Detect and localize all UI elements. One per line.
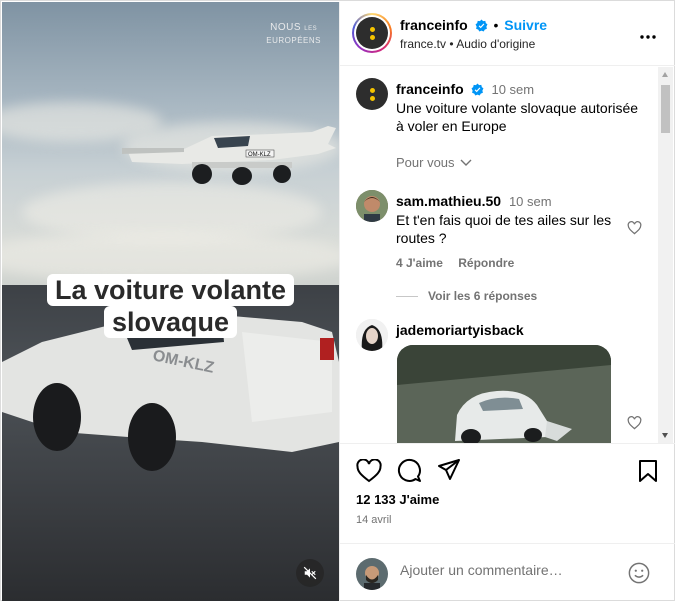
caption-text: Une voiture volante slovaque autorisée à… bbox=[396, 100, 639, 134]
post-dialog: OM-KLZ NOUS LES EUROPÉENS OM-KLZ La voit… bbox=[0, 0, 675, 601]
comment-time[interactable]: 10 sem bbox=[509, 194, 552, 209]
comment-like-heart-icon[interactable] bbox=[627, 416, 642, 430]
comment-username[interactable]: jademoriartyisback bbox=[396, 322, 524, 338]
view-replies-button[interactable]: Voir les 6 réponses bbox=[396, 289, 537, 303]
author-avatar[interactable] bbox=[352, 13, 392, 53]
commenter-avatar[interactable] bbox=[356, 319, 388, 351]
scroll-down-arrow-icon[interactable] bbox=[662, 433, 668, 438]
video-caption-line1-wrap: La voiture volante bbox=[2, 274, 339, 306]
comment-meta: 4 J'aime Répondre bbox=[396, 256, 526, 270]
scroll-up-arrow-icon[interactable] bbox=[662, 72, 668, 77]
follow-button[interactable]: Suivre bbox=[504, 17, 547, 33]
comments-list[interactable]: franceinfo 10 sem Une voiture volante sl… bbox=[340, 67, 675, 443]
video-caption-line1: La voiture volante bbox=[46, 274, 295, 306]
scrollbar-thumb[interactable] bbox=[661, 85, 670, 133]
header-separator: • bbox=[493, 17, 499, 33]
flying-car-image: OM-KLZ bbox=[122, 126, 336, 185]
comments-scrollbar[interactable] bbox=[658, 67, 673, 443]
caption-username[interactable]: franceinfo bbox=[396, 81, 464, 97]
mute-button[interactable] bbox=[296, 559, 324, 587]
caption-block: franceinfo 10 sem Une voiture volante sl… bbox=[396, 81, 646, 135]
more-options-icon bbox=[640, 35, 656, 39]
comment-username[interactable]: sam.mathieu.50 bbox=[396, 193, 501, 209]
chevron-down-icon bbox=[460, 159, 472, 166]
post-header: franceinfo • Suivre france.tv • Audio d'… bbox=[340, 2, 675, 66]
commenter-avatar[interactable] bbox=[356, 190, 388, 222]
comment-like-heart-icon[interactable] bbox=[627, 221, 642, 235]
post-actions: 12 133 J'aime 14 avril bbox=[340, 443, 675, 543]
audio-source[interactable]: france.tv bbox=[400, 37, 446, 51]
author-username[interactable]: franceinfo bbox=[400, 17, 468, 33]
video-caption-line2-wrap: slovaque bbox=[2, 306, 339, 338]
comment-block: jademoriartyisback bbox=[396, 322, 626, 338]
reply-button[interactable]: Répondre bbox=[458, 256, 514, 270]
share-paper-plane-icon[interactable] bbox=[437, 459, 461, 481]
add-comment-bar bbox=[340, 543, 675, 601]
comment-bubble-icon[interactable] bbox=[397, 458, 422, 483]
save-bookmark-icon[interactable] bbox=[638, 460, 658, 482]
comment-text: Et t'en fais quoi de tes ailes sur les r… bbox=[396, 212, 612, 246]
comment-block: sam.mathieu.50 10 sem Et t'en fais quoi … bbox=[396, 193, 626, 247]
verified-badge-icon bbox=[471, 83, 484, 96]
verified-badge-icon bbox=[475, 19, 488, 32]
flying-car-plate: OM-KLZ bbox=[248, 152, 271, 158]
comment-gif[interactable] bbox=[397, 345, 611, 443]
like-heart-icon[interactable] bbox=[356, 459, 382, 483]
caption-author-avatar[interactable] bbox=[356, 78, 388, 110]
post-side-panel: franceinfo • Suivre france.tv • Audio d'… bbox=[339, 2, 675, 601]
post-date[interactable]: 14 avril bbox=[356, 514, 391, 526]
likes-count[interactable]: 12 133 J'aime bbox=[356, 492, 439, 507]
video-caption-line2: slovaque bbox=[103, 306, 238, 338]
speaker-muted-icon bbox=[303, 566, 317, 580]
franceinfo-logo bbox=[356, 17, 388, 49]
original-audio-link[interactable]: Audio d'origine bbox=[456, 37, 535, 51]
add-comment-input[interactable] bbox=[400, 562, 620, 578]
pour-vous-dropdown[interactable]: Pour vous bbox=[396, 155, 472, 170]
emoji-icon[interactable] bbox=[628, 562, 650, 584]
comment-likes[interactable]: 4 J'aime bbox=[396, 256, 443, 270]
post-video[interactable]: OM-KLZ NOUS LES EUROPÉENS OM-KLZ La voit… bbox=[2, 2, 339, 601]
more-options-button[interactable] bbox=[640, 26, 656, 42]
current-user-avatar[interactable] bbox=[356, 558, 388, 590]
caption-time[interactable]: 10 sem bbox=[491, 82, 534, 97]
nous-les-europeens-logo: NOUS LES EUROPÉENS bbox=[266, 22, 321, 45]
